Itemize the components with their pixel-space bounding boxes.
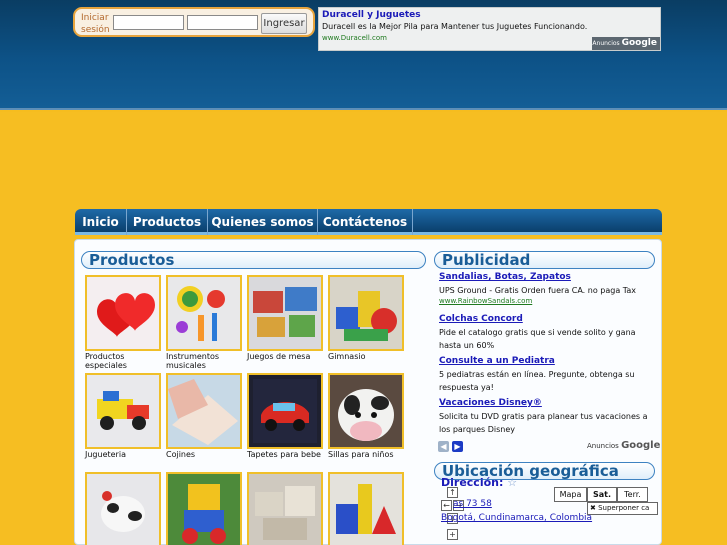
product-card[interactable]: Jugueteria xyxy=(85,373,161,467)
zoom-in-icon[interactable]: + xyxy=(447,529,458,540)
product-thumb-foam-blocks[interactable] xyxy=(328,275,404,351)
address-line-1[interactable]: as 73 58 xyxy=(453,499,492,509)
products-heading: Productos xyxy=(81,251,426,269)
overlay-checkbox[interactable]: ✖ Superponer ca xyxy=(587,502,658,515)
map-type-sat[interactable]: Sat. xyxy=(587,487,617,502)
chevron-right-icon[interactable]: ▶ xyxy=(452,441,463,452)
checkbox-checked-icon: ✖ xyxy=(590,504,596,512)
top-ad-description: Duracell es la Mejor Pila para Mantener … xyxy=(322,22,588,31)
nav-inicio[interactable]: Inicio xyxy=(75,209,127,235)
product-thumb-robot-toy[interactable] xyxy=(166,472,242,545)
ad-carousel-controls: ◀ ▶ xyxy=(438,441,464,453)
product-thumb-red-hearts[interactable] xyxy=(85,275,161,351)
product-caption[interactable]: Productos especiales xyxy=(85,352,165,370)
product-caption[interactable]: Jugueteria xyxy=(85,450,165,459)
product-caption[interactable]: Instrumentos musicales xyxy=(166,352,246,370)
top-ad-banner: Duracell y Juguetes Duracell es la Mejor… xyxy=(318,7,661,51)
top-ad-url[interactable]: www.Duracell.com xyxy=(322,34,387,42)
username-input[interactable] xyxy=(113,15,184,30)
product-thumb-cow-chair[interactable] xyxy=(328,373,404,449)
product-card[interactable]: Cojines xyxy=(166,373,242,467)
product-card[interactable]: Productos especiales xyxy=(85,275,161,370)
overlay-label: Superponer ca xyxy=(598,504,650,512)
product-thumb-toy-truck[interactable] xyxy=(85,373,161,449)
product-card[interactable]: Juegos de mesa xyxy=(247,275,323,369)
product-card[interactable] xyxy=(166,472,242,545)
top-ad-title[interactable]: Duracell y Juguetes xyxy=(322,10,421,20)
ad-url[interactable]: www.RainbowSandals.com xyxy=(439,297,655,305)
pan-left-icon[interactable]: ← xyxy=(441,500,452,511)
nav-quienes-somos[interactable]: Quienes somos xyxy=(208,209,318,235)
login-label: Iniciar sesión xyxy=(81,13,110,35)
publicidad-heading: Publicidad xyxy=(434,251,655,269)
product-thumb-pillows[interactable] xyxy=(166,373,242,449)
ad-description: UPS Ground - Gratis Orden fuera CA. no p… xyxy=(439,286,636,295)
product-thumb-color-blocks[interactable] xyxy=(328,472,404,545)
nav-contactenos[interactable]: Contáctenos xyxy=(318,209,413,235)
login-button[interactable]: Ingresar xyxy=(261,13,307,34)
ad-title[interactable]: Sandalias, Botas, Zapatos xyxy=(439,272,655,282)
pan-up-icon[interactable]: ↑ xyxy=(447,487,458,498)
google-ads-badge[interactable]: Anuncios Google xyxy=(592,37,660,50)
google-ads-badge[interactable]: Anuncios Google xyxy=(587,440,660,451)
product-thumb-plush-cow[interactable] xyxy=(85,472,161,545)
product-caption[interactable]: Sillas para niños xyxy=(328,450,408,459)
ad-title[interactable]: Consulte a un Pediatra xyxy=(439,356,655,366)
ad-description: Solicita tu DVD gratis para planear tus … xyxy=(439,412,648,434)
ad-item[interactable]: Colchas Concord Pide el catalogo gratis … xyxy=(439,314,655,352)
product-card[interactable] xyxy=(247,472,323,545)
ad-description: 5 pediatras están en línea. Pregunte, ob… xyxy=(439,370,635,392)
product-caption[interactable]: Cojines xyxy=(166,450,246,459)
product-card[interactable] xyxy=(85,472,161,545)
ad-item[interactable]: Sandalias, Botas, Zapatos UPS Ground - G… xyxy=(439,272,655,305)
product-card[interactable]: Sillas para niños xyxy=(328,373,404,467)
badge-prefix: Anuncios xyxy=(587,442,619,450)
product-card[interactable] xyxy=(328,472,404,545)
badge-prefix: Anuncios xyxy=(592,40,620,47)
product-card[interactable]: Gimnasio xyxy=(328,275,404,369)
address-line-2[interactable]: Bogotá, Cundinamarca, Colombia xyxy=(441,513,592,523)
badge-brand: Google xyxy=(621,38,657,48)
content-panel: Productos Publicidad Ubicación geográfic… xyxy=(74,239,662,545)
ad-title[interactable]: Vacaciones Disney® xyxy=(439,398,655,408)
product-thumb-cars-mat[interactable] xyxy=(247,373,323,449)
badge-brand: Google xyxy=(621,440,661,451)
product-card[interactable]: Instrumentos musicales xyxy=(166,275,242,370)
map-type-terr[interactable]: Terr. xyxy=(617,487,648,502)
main-nav: Inicio Productos Quienes somos Contácten… xyxy=(75,209,662,235)
ad-item[interactable]: Consulte a un Pediatra 5 pediatras están… xyxy=(439,356,655,394)
product-caption[interactable]: Juegos de mesa xyxy=(247,352,327,361)
product-thumb-board-games[interactable] xyxy=(247,275,323,351)
product-thumb-instruments[interactable] xyxy=(166,275,242,351)
star-icon[interactable]: ☆ xyxy=(507,476,517,489)
product-caption[interactable]: Tapetes para bebe xyxy=(247,450,327,459)
password-input[interactable] xyxy=(187,15,258,30)
ad-description: Pide el catalogo gratis que si vende sol… xyxy=(439,328,636,350)
ad-item[interactable]: Vacaciones Disney® Solicita tu DVD grati… xyxy=(439,398,655,436)
product-thumb-cardboard-boxes[interactable] xyxy=(247,472,323,545)
product-card[interactable]: Tapetes para bebe xyxy=(247,373,323,467)
product-caption[interactable]: Gimnasio xyxy=(328,352,408,361)
chevron-left-icon[interactable]: ◀ xyxy=(438,441,449,452)
login-box: Iniciar sesión Ingresar xyxy=(73,7,315,37)
ad-title[interactable]: Colchas Concord xyxy=(439,314,655,324)
map-type-mapa[interactable]: Mapa xyxy=(554,487,587,502)
nav-productos[interactable]: Productos xyxy=(127,209,208,235)
